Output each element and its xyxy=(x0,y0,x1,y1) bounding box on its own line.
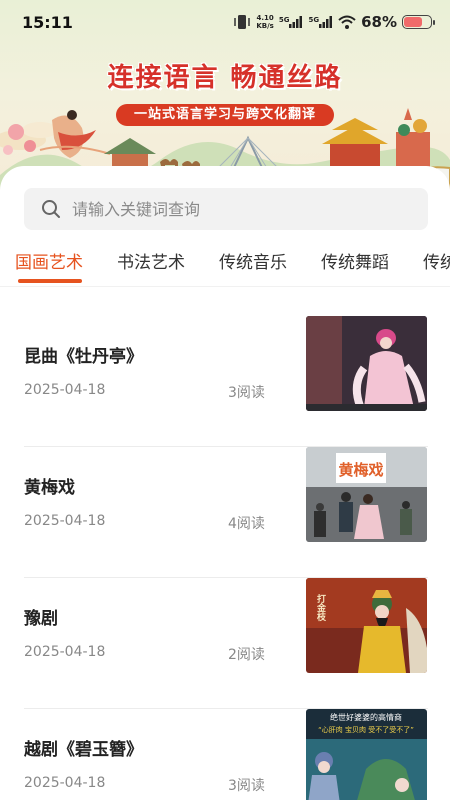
battery-level xyxy=(404,17,422,27)
article-reads: 3阅读 xyxy=(228,385,265,401)
thumb-sign-text: 打金枝 xyxy=(315,593,327,622)
active-tab-indicator xyxy=(18,279,82,283)
banner-subtitle: 一站式语言学习与跨文化翻译 xyxy=(116,104,334,126)
signal-bars-icon xyxy=(289,16,303,28)
signal-1: 5G xyxy=(279,16,304,28)
article-date: 2025-04-18 xyxy=(24,513,106,529)
status-bar: 15:11 4.10 KB/s 5G 5G 68% xyxy=(0,0,450,44)
search-input[interactable] xyxy=(72,199,402,219)
tab-yinyue[interactable]: 传统音乐 xyxy=(219,248,287,273)
article-thumbnail[interactable]: 打金枝 xyxy=(306,578,427,673)
tab-guohua[interactable]: 国画艺术 xyxy=(15,248,83,273)
list-item[interactable]: 黄梅戏 2025-04-18 4阅读 黄梅戏 xyxy=(24,447,428,578)
tabs-divider xyxy=(0,286,450,287)
article-thumbnail[interactable]: 黄梅戏 xyxy=(306,447,427,542)
article-title: 越剧《碧玉簪》 xyxy=(24,740,143,760)
list-item[interactable]: 豫剧 2025-04-18 2阅读 打金枝 xyxy=(24,578,428,709)
status-icons: 4.10 KB/s 5G 5G 68% xyxy=(233,13,435,31)
article-thumbnail[interactable]: 绝世好婆婆的高情商 “心肝肉 宝贝肉 受不了受不了” xyxy=(306,709,427,800)
battery-percent: 68% xyxy=(361,13,397,31)
wifi-icon xyxy=(338,15,356,29)
article-title: 昆曲《牡丹亭》 xyxy=(24,347,143,367)
status-time: 15:11 xyxy=(22,12,73,32)
tab-chuantong-more[interactable]: 传统 xyxy=(423,248,450,273)
article-reads: 4阅读 xyxy=(228,516,265,532)
banner-slogan: 连接语言 畅通丝路 xyxy=(107,63,343,93)
signal-bars-icon xyxy=(319,16,333,28)
list-item[interactable]: 越剧《碧玉簪》 2025-04-18 3阅读 绝世好婆婆的高情商 “心肝肉 宝贝… xyxy=(24,709,428,800)
search-icon xyxy=(42,200,60,218)
article-date: 2025-04-18 xyxy=(24,775,106,791)
signal-2: 5G xyxy=(308,16,333,28)
thumb-sign-text: 黄梅戏 xyxy=(338,461,383,479)
search-bar[interactable] xyxy=(24,188,428,230)
article-date: 2025-04-18 xyxy=(24,644,106,660)
thumb-caption-1: 绝世好婆婆的高情商 xyxy=(330,712,402,722)
article-title: 豫剧 xyxy=(24,609,58,629)
list-item[interactable]: 昆曲《牡丹亭》 2025-04-18 3阅读 xyxy=(24,316,428,447)
tab-wudao[interactable]: 传统舞蹈 xyxy=(321,248,389,273)
article-thumbnail[interactable] xyxy=(306,316,427,411)
article-reads: 3阅读 xyxy=(228,778,265,794)
article-reads: 2阅读 xyxy=(228,647,265,663)
article-title: 黄梅戏 xyxy=(24,478,75,498)
battery-icon xyxy=(402,15,435,29)
thumb-caption-2: “心肝肉 宝贝肉 受不了受不了” xyxy=(318,725,414,734)
net-speed: 4.10 KB/s xyxy=(256,14,274,30)
tab-shufa[interactable]: 书法艺术 xyxy=(117,248,185,273)
article-date: 2025-04-18 xyxy=(24,382,106,398)
vibrate-icon xyxy=(234,15,251,29)
